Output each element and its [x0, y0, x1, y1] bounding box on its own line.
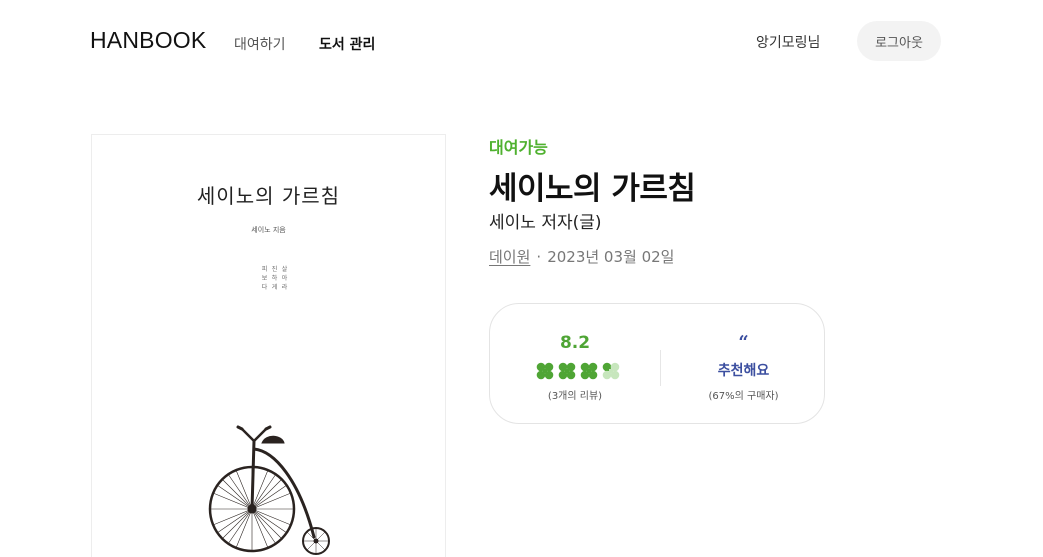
bicycle-illustration — [208, 425, 330, 555]
rating-section: 8.2 (3개의 리뷰) — [490, 304, 660, 423]
recommend-section: “ 추천해요 (67%의 구매자) — [661, 304, 826, 423]
clover-icon — [602, 362, 620, 380]
clover-icon — [580, 362, 598, 380]
publication-info: 데이원 · 2023년 03월 02일 — [489, 246, 674, 267]
availability-status: 대여가능 — [489, 138, 548, 157]
clover-icon — [558, 362, 576, 380]
cover-vertical-line: 진하게 — [271, 266, 278, 291]
cover-vertical-line: 피보다 — [261, 266, 268, 291]
recommend-label: 추천해요 — [717, 363, 770, 379]
publisher-link[interactable]: 데이원 — [489, 248, 530, 266]
cover-title: 세이노의 가르침 — [196, 184, 341, 208]
rating-card: 8.2 (3개의 리뷰) “ 추천해요 (67%의 구매자) — [489, 303, 825, 424]
review-count: (3개의 리뷰) — [547, 391, 603, 402]
user-name: 앙기모링님 — [756, 35, 821, 51]
publish-date: 2023년 03월 02일 — [547, 248, 675, 266]
cover-vertical-text: 피보다 진하게 살아라 — [261, 265, 291, 292]
cover-vertical-line: 살아라 — [281, 266, 288, 291]
recommend-percentage: (67%의 구매자) — [708, 391, 779, 402]
nav-book-manage[interactable]: 도서 관리 — [319, 34, 375, 54]
logo[interactable]: HANBOOK — [90, 27, 206, 54]
book-title: 세이노의 가르침 — [489, 171, 696, 207]
quote-icon: “ — [738, 332, 749, 353]
book-author: 세이노 저자(글) — [489, 213, 602, 233]
separator-dot: · — [536, 248, 542, 266]
clover-rating — [536, 362, 620, 380]
logout-button[interactable]: 로그아웃 — [857, 21, 941, 61]
top-header: HANBOOK 대여하기 도서 관리 앙기모링님 로그아웃 — [0, 0, 1043, 84]
nav-rent[interactable]: 대여하기 — [234, 34, 286, 54]
book-cover: 세이노의 가르침 세이노 지음 피보다 진하게 살아라 — [91, 134, 446, 557]
rating-score: 8.2 — [559, 333, 591, 353]
clover-icon — [536, 362, 554, 380]
cover-author: 세이노 지음 — [251, 226, 286, 234]
